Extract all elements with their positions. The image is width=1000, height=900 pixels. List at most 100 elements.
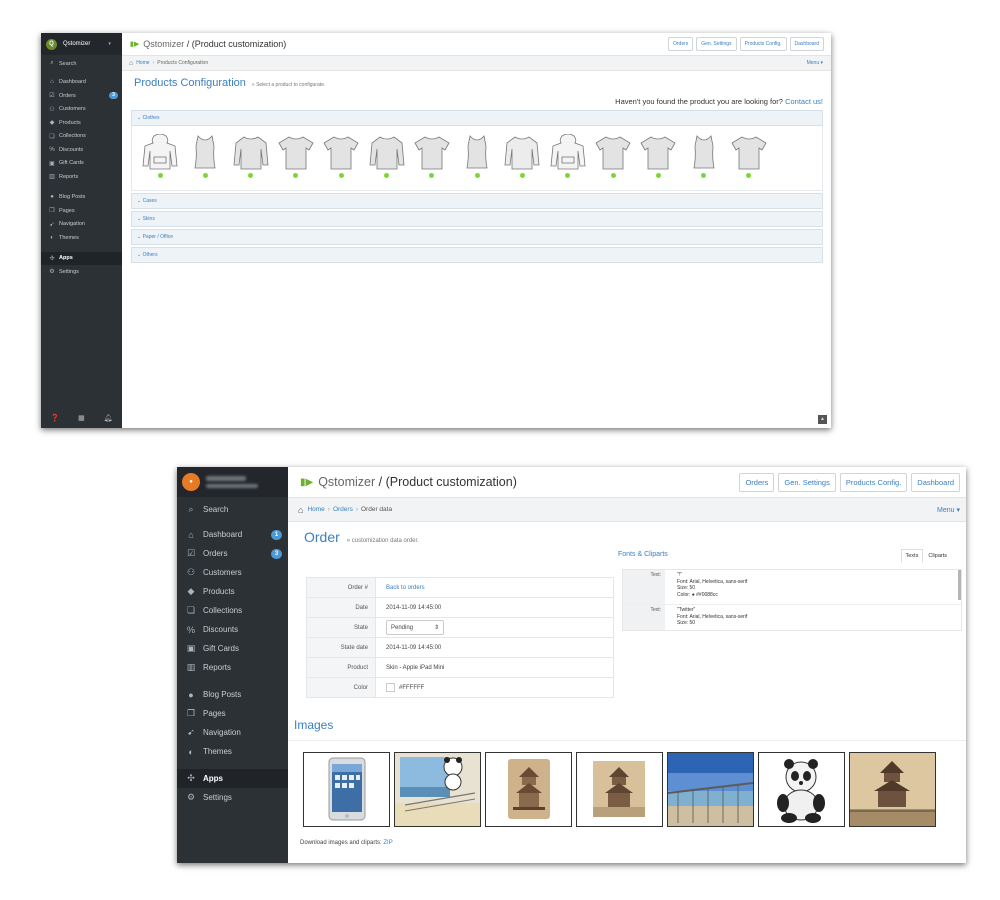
- sidebar-item-themes[interactable]: ◐ Themes: [41, 231, 122, 245]
- sidebar-item-customers[interactable]: ⚇ Customers: [177, 563, 288, 582]
- sidebar-item-products[interactable]: ◆ Products: [177, 582, 288, 601]
- status-dot: [338, 173, 344, 178]
- products-config-button[interactable]: Products Config.: [739, 37, 787, 51]
- store-switcher[interactable]: Q Qstomizer ▾: [41, 33, 122, 55]
- sidebar-item-dashboard[interactable]: ⌂ Dashboard: [41, 76, 122, 90]
- sidebar-item-settings[interactable]: ⚙ Settings: [177, 788, 288, 807]
- sidebar-item-reports[interactable]: ▥ Reports: [41, 170, 122, 184]
- sidebar-item-discounts[interactable]: % Discounts: [177, 620, 288, 639]
- product-t-shirt[interactable]: [323, 134, 359, 184]
- tab-cliparts[interactable]: Cliparts: [923, 549, 952, 562]
- gen-settings-button[interactable]: Gen. Settings: [778, 473, 836, 492]
- product-t-shirt[interactable]: [731, 134, 767, 184]
- row-value: Back to orders: [375, 577, 614, 598]
- thumbnail-pier-seascape[interactable]: [667, 752, 754, 827]
- category-header-cases[interactable]: ⌄ Cases: [131, 193, 823, 209]
- sidebar-item-apps[interactable]: ✣ Apps: [41, 251, 122, 265]
- sidebar-item-orders[interactable]: ☑ Orders 3: [177, 544, 288, 563]
- breadcrumb-home[interactable]: Home: [136, 60, 149, 66]
- gen-settings-button[interactable]: Gen. Settings: [696, 37, 737, 51]
- status-dot: [519, 173, 525, 178]
- pages-icon: ❐: [186, 708, 196, 718]
- gear-icon: ⚙: [49, 269, 55, 276]
- product-long-sleeve[interactable]: [233, 134, 269, 184]
- row-label: Date: [306, 597, 376, 618]
- thumbnail-panda-beach[interactable]: [394, 752, 481, 827]
- select-arrows-icon: ⇕: [433, 625, 439, 631]
- sidebar-item-themes[interactable]: ◐ Themes: [177, 742, 288, 761]
- sidebar-item-discounts[interactable]: % Discounts: [41, 143, 122, 157]
- sidebar-search[interactable]: ⌕ Search: [41, 57, 122, 71]
- product-t-shirt[interactable]: [640, 134, 676, 184]
- orders-button[interactable]: Orders: [667, 37, 694, 51]
- product-tank-top[interactable]: [459, 134, 495, 184]
- bell-icon[interactable]: 🔔︎: [104, 414, 113, 422]
- product-hoodie[interactable]: [142, 134, 178, 184]
- thumbnail-ipad-mini[interactable]: [303, 752, 390, 827]
- sidebar-item-reports[interactable]: ▥ Reports: [177, 658, 288, 677]
- puzzle-icon: ✣: [49, 255, 55, 262]
- help-icon[interactable]: ❓: [50, 414, 59, 422]
- state-select[interactable]: Pending ⇕: [386, 620, 444, 635]
- download-zip-link[interactable]: ZIP: [383, 840, 392, 846]
- thumbnail-pavilion-photo[interactable]: [576, 752, 663, 827]
- entry-font: Font: Arial, Helvetica, sans-serif: [677, 613, 748, 620]
- sidebar-item-collections[interactable]: ❏ Collections: [41, 130, 122, 144]
- sidebar-item-pages[interactable]: ❐ Pages: [177, 704, 288, 723]
- sidebar-item-apps[interactable]: ✣ Apps: [177, 769, 288, 788]
- not-found-text: Haven't you found the product you are lo…: [615, 97, 783, 106]
- sidebar-item-blog-posts[interactable]: ● Blog Posts: [41, 191, 122, 205]
- back-to-orders-link[interactable]: Back to orders: [386, 585, 425, 591]
- sidebar-item-settings[interactable]: ⚙ Settings: [41, 265, 122, 279]
- product-t-shirt[interactable]: [414, 134, 450, 184]
- dashboard-button[interactable]: Dashboard: [911, 473, 960, 492]
- category-header-skins[interactable]: ⌄ Skins: [131, 211, 823, 227]
- themes-icon: ◐: [50, 234, 54, 241]
- category-header-paper-office[interactable]: ⌄ Paper / Office: [131, 229, 823, 245]
- orders-button[interactable]: Orders: [739, 473, 775, 492]
- sidebar-item-orders[interactable]: ☑ Orders 3: [41, 89, 122, 103]
- product-tank-top[interactable]: [187, 134, 223, 184]
- dashboard-button[interactable]: Dashboard: [789, 37, 824, 51]
- sidebar-item-blog-posts[interactable]: ● Blog Posts: [177, 685, 288, 704]
- not-found-notice: Haven't you found the product you are lo…: [122, 97, 831, 110]
- product-long-sleeve[interactable]: [369, 134, 405, 184]
- product-tank-top[interactable]: [686, 134, 722, 184]
- product-t-shirt[interactable]: [278, 134, 314, 184]
- row-label: Product: [306, 657, 376, 678]
- scroll-top-button[interactable]: ▲: [818, 415, 827, 424]
- thumbnail-panda-plush[interactable]: [758, 752, 845, 827]
- sidebar-item-gift-cards[interactable]: ▣ Gift Cards: [41, 157, 122, 171]
- sidebar-item-dashboard[interactable]: ⌂ Dashboard 1: [177, 525, 288, 544]
- sidebar-item-collections[interactable]: ❏ Collections: [177, 601, 288, 620]
- contact-us-link[interactable]: Contact us!: [785, 97, 823, 106]
- product-t-shirt[interactable]: [595, 134, 631, 184]
- sidebar-item-products[interactable]: ◆ Products: [41, 116, 122, 130]
- sidebar-item-pages[interactable]: ❐ Pages: [41, 204, 122, 218]
- product-hoodie[interactable]: [550, 134, 586, 184]
- sidebar-search[interactable]: ⌕ Search: [177, 500, 288, 519]
- breadcrumb-orders[interactable]: Orders: [333, 506, 353, 513]
- app-name[interactable]: Qstomizer: [318, 475, 375, 489]
- sidebar-item-navigation[interactable]: ➹ Navigation: [177, 723, 288, 742]
- toolbar: Orders Gen. Settings Products Config. Da…: [735, 473, 960, 492]
- sidebar-item-label: Settings: [59, 268, 79, 275]
- products-config-button[interactable]: Products Config.: [839, 473, 908, 492]
- product-sweatshirt[interactable]: [504, 134, 540, 184]
- grid-icon[interactable]: ▦: [78, 414, 85, 422]
- sidebar-item-label: Reports: [59, 173, 79, 180]
- sidebar-item-gift-cards[interactable]: ▣ Gift Cards: [177, 639, 288, 658]
- app-name[interactable]: Qstomizer: [143, 39, 184, 49]
- thumbnail-pavilion-beige[interactable]: [485, 752, 572, 827]
- menu-toggle[interactable]: Menu ▾: [807, 60, 823, 66]
- category-header-others[interactable]: ⌄ Others: [131, 247, 823, 263]
- store-switcher[interactable]: ●: [177, 467, 288, 497]
- scrollbar[interactable]: [958, 570, 961, 600]
- category-header-clothes[interactable]: ⌄ Clothes: [131, 110, 823, 126]
- tab-texts[interactable]: Texts: [900, 549, 924, 562]
- sidebar-item-customers[interactable]: ⚇ Customers: [41, 103, 122, 117]
- sidebar-item-navigation[interactable]: ➹ Navigation: [41, 218, 122, 232]
- thumbnail-pavilion-full[interactable]: [849, 752, 936, 827]
- menu-toggle[interactable]: Menu ▾: [937, 506, 960, 514]
- breadcrumb-home[interactable]: Home: [307, 506, 324, 513]
